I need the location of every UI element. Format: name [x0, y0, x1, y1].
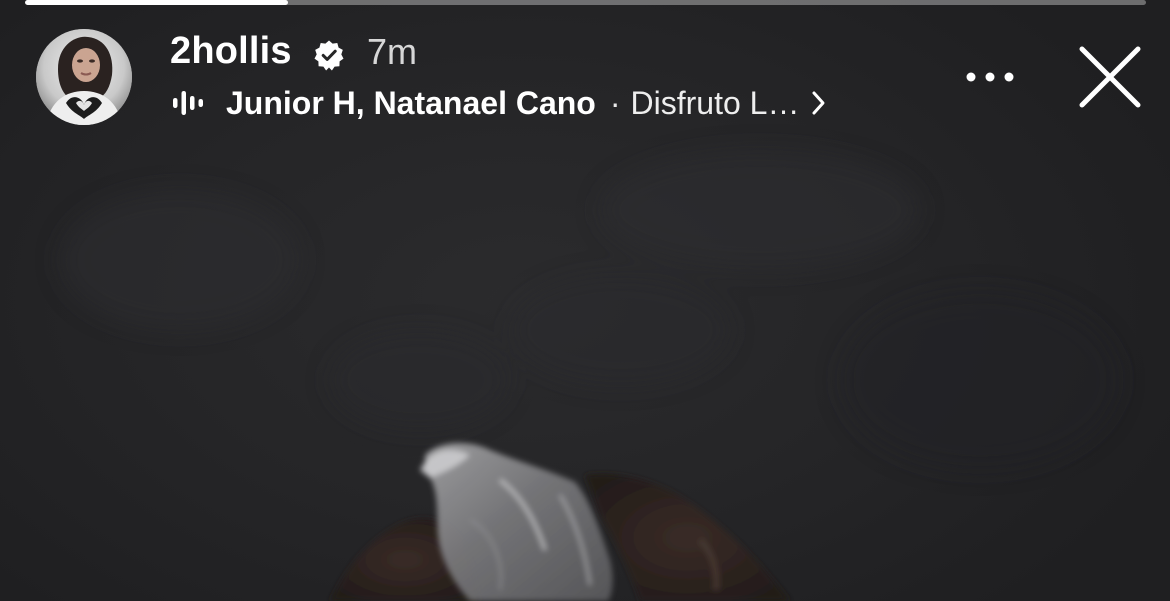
music-song-title: Disfruto L…: [630, 84, 800, 121]
story-viewer[interactable]: 2hollis 7m Junior H, Natanael Cano · Dis…: [0, 0, 1170, 601]
music-separator: ·: [609, 84, 621, 121]
more-dots-icon: [966, 72, 1014, 82]
post-time: 7m: [367, 31, 418, 72]
music-artists: Junior H, Natanael Cano: [226, 84, 596, 121]
username[interactable]: 2hollis: [170, 30, 292, 73]
chevron-right-icon: [812, 91, 825, 115]
verified-badge-icon: [314, 40, 344, 71]
close-button[interactable]: [1078, 45, 1142, 109]
audio-bars-icon: [173, 91, 203, 115]
story-progress-track: [25, 0, 1146, 5]
more-options-button[interactable]: [962, 62, 1018, 92]
story-progress-fill: [25, 0, 289, 5]
profile-avatar[interactable]: [36, 29, 132, 125]
music-attribution[interactable]: Junior H, Natanael Cano · Disfruto L…: [172, 82, 827, 124]
profile-avatar-image: [36, 29, 132, 125]
close-icon: [1079, 46, 1141, 108]
